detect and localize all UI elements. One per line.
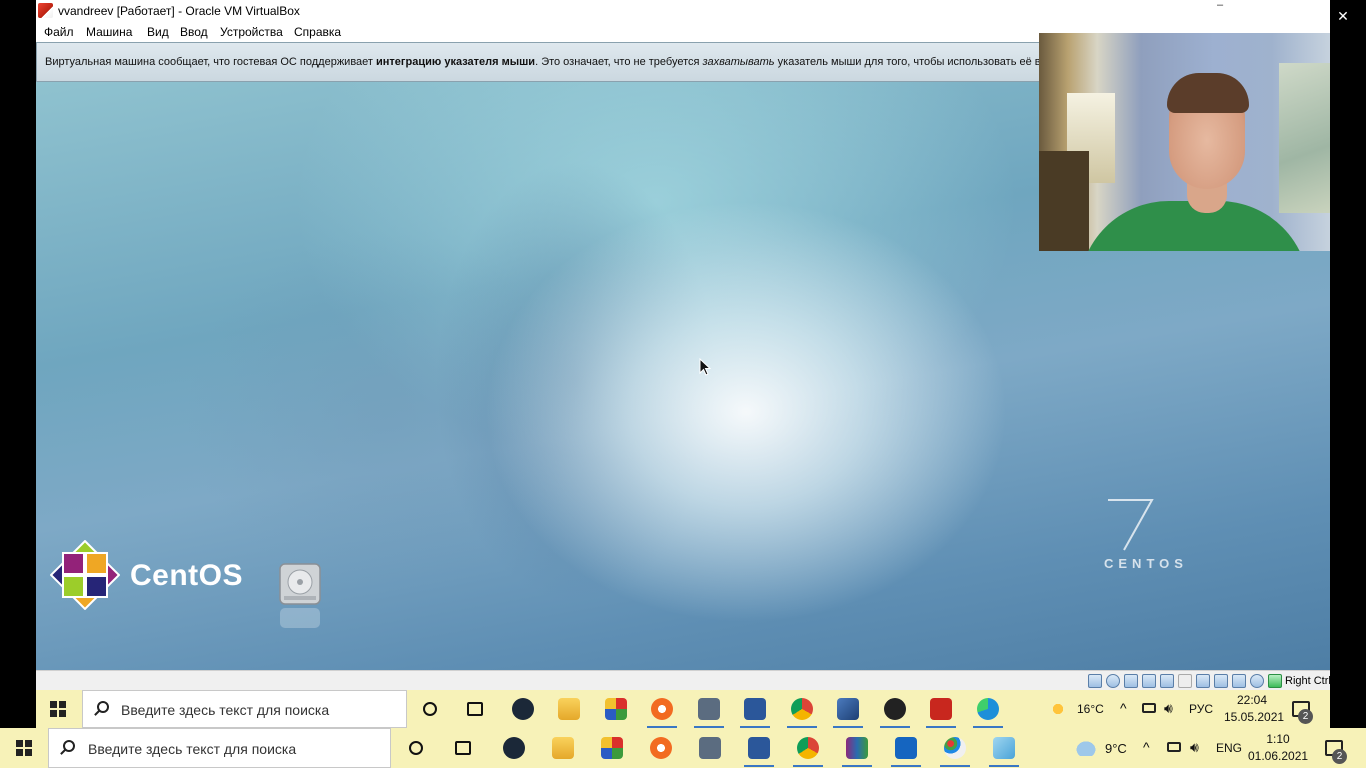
host-search-placeholder: Введите здесь текст для поиска xyxy=(88,741,297,757)
menu-view[interactable]: Вид xyxy=(147,25,169,39)
title-bar[interactable]: vvandreev [Работает] - Oracle VM Virtual… xyxy=(36,0,1330,22)
origin-icon[interactable] xyxy=(647,698,677,728)
recorder-icon[interactable] xyxy=(926,698,956,728)
inner-clock[interactable]: 22:04 15.05.2021 xyxy=(1224,693,1285,724)
calculator-icon[interactable] xyxy=(694,698,724,728)
svg-text:7: 7 xyxy=(1102,492,1111,496)
video-capture-icon[interactable] xyxy=(1214,674,1228,688)
chevron-up-icon[interactable]: ^ xyxy=(1120,700,1127,716)
centos-wordmark: CentOS xyxy=(130,559,244,592)
network-icon[interactable] xyxy=(1142,674,1156,688)
cortana-icon[interactable] xyxy=(409,741,423,755)
keyboard-icon[interactable] xyxy=(1268,674,1282,688)
file-explorer-icon[interactable] xyxy=(552,737,574,759)
cortana-icon[interactable] xyxy=(423,702,437,716)
menu-devices[interactable]: Устройства xyxy=(220,25,283,39)
webcam-overlay xyxy=(1039,33,1330,251)
start-icon[interactable] xyxy=(16,740,32,756)
inner-taskbar: Введите здесь текст для поиска 16°C ^ 🔊︎… xyxy=(36,690,1330,728)
host-search-box[interactable]: Введите здесь текст для поиска xyxy=(48,728,391,768)
usb-icon[interactable] xyxy=(1160,674,1174,688)
inner-time: 22:04 xyxy=(1236,693,1268,707)
file-explorer-icon[interactable] xyxy=(558,698,580,720)
shared-folder-icon[interactable] xyxy=(1178,674,1192,688)
host-clock[interactable]: 1:10 01.06.2021 xyxy=(1248,732,1308,763)
inner-date: 15.05.2021 xyxy=(1224,710,1285,724)
notice-text: Виртуальная машина сообщает, что гостева… xyxy=(45,56,1071,68)
calculator-icon[interactable] xyxy=(699,737,721,759)
task-view-icon[interactable] xyxy=(467,702,483,716)
minimize-icon[interactable]: — xyxy=(1228,0,1274,32)
notepad-icon[interactable] xyxy=(989,737,1019,767)
winrar-icon[interactable] xyxy=(605,698,627,720)
mouse-integration-icon[interactable] xyxy=(1250,674,1264,688)
task-view-icon[interactable] xyxy=(455,741,471,755)
start-icon[interactable] xyxy=(50,701,66,717)
inner-language[interactable]: РУС xyxy=(1189,702,1213,716)
hard-disk-icon[interactable] xyxy=(278,562,322,632)
steam-icon[interactable] xyxy=(503,737,525,759)
status-bar: Right Ctrl xyxy=(36,670,1331,690)
notification-badge: 2 xyxy=(1332,749,1347,764)
host-taskbar: Введите здесь текст для поиска 9°C ^ 🔊︎ … xyxy=(0,728,1366,768)
word-icon[interactable] xyxy=(744,737,774,767)
inner-weather-temp: 16°C xyxy=(1077,702,1104,716)
virtualbox-icon xyxy=(38,3,53,18)
centos-logo-icon xyxy=(50,540,120,610)
optical-disk-icon[interactable] xyxy=(1106,674,1120,688)
media-player-icon[interactable] xyxy=(891,737,921,767)
webcam-person-hair xyxy=(1167,73,1249,113)
battery-icon[interactable] xyxy=(1142,703,1156,713)
weather-icon[interactable] xyxy=(1075,740,1097,756)
search-icon xyxy=(97,701,109,713)
host-date: 01.06.2021 xyxy=(1248,749,1309,763)
menu-machine[interactable]: Машина xyxy=(86,25,132,39)
screen: vvandreev [Работает] - Oracle VM Virtual… xyxy=(0,0,1366,768)
origin-icon[interactable] xyxy=(650,737,672,759)
chrome-icon[interactable] xyxy=(793,737,823,767)
display-icon[interactable] xyxy=(1196,674,1210,688)
menu-help[interactable]: Справка xyxy=(294,25,341,39)
weather-icon[interactable] xyxy=(1049,700,1067,718)
menu-file[interactable]: Файл xyxy=(44,25,74,39)
edge-icon[interactable] xyxy=(973,698,1003,728)
search-icon xyxy=(63,740,75,752)
minimize-icon[interactable]: – xyxy=(1213,0,1227,12)
menu-input[interactable]: Ввод xyxy=(180,25,208,39)
restore-icon[interactable]: ❐ xyxy=(1274,0,1320,32)
webcam-background-shelf xyxy=(1039,151,1089,251)
version-seven-mark: 7 xyxy=(1102,492,1154,551)
virtualbox-icon[interactable] xyxy=(833,698,863,728)
close-icon[interactable]: ✕ xyxy=(1320,0,1366,32)
notification-badge: 2 xyxy=(1298,709,1313,724)
volume-icon[interactable]: 🔊︎ xyxy=(1190,739,1199,756)
chevron-up-icon[interactable]: ^ xyxy=(1143,739,1150,755)
host-language[interactable]: ENG xyxy=(1216,741,1242,755)
hdd-status-icon[interactable] xyxy=(1088,674,1102,688)
obs-icon[interactable] xyxy=(880,698,910,728)
version-caption: CENTOS xyxy=(1104,556,1188,571)
volume-icon[interactable]: 🔊︎ xyxy=(1164,700,1173,717)
chrome-icon[interactable] xyxy=(787,698,817,728)
host-weather-temp: 9°C xyxy=(1105,741,1127,756)
mouse-cursor-icon xyxy=(699,358,711,376)
inner-search-box[interactable]: Введите здесь текст для поиска xyxy=(82,690,407,728)
rar-archive-icon[interactable] xyxy=(842,737,872,767)
paint-icon[interactable] xyxy=(940,737,970,767)
cpu-icon[interactable] xyxy=(1232,674,1246,688)
winrar-icon[interactable] xyxy=(601,737,623,759)
webcam-background-map xyxy=(1279,63,1330,213)
battery-icon[interactable] xyxy=(1167,742,1181,752)
host-time: 1:10 xyxy=(1266,732,1290,746)
host-key-label: Right Ctrl xyxy=(1285,675,1331,687)
word-icon[interactable] xyxy=(740,698,770,728)
audio-icon[interactable] xyxy=(1124,674,1138,688)
steam-icon[interactable] xyxy=(512,698,534,720)
window-title: vvandreev [Работает] - Oracle VM Virtual… xyxy=(58,4,300,18)
inner-search-placeholder: Введите здесь текст для поиска xyxy=(121,702,330,718)
